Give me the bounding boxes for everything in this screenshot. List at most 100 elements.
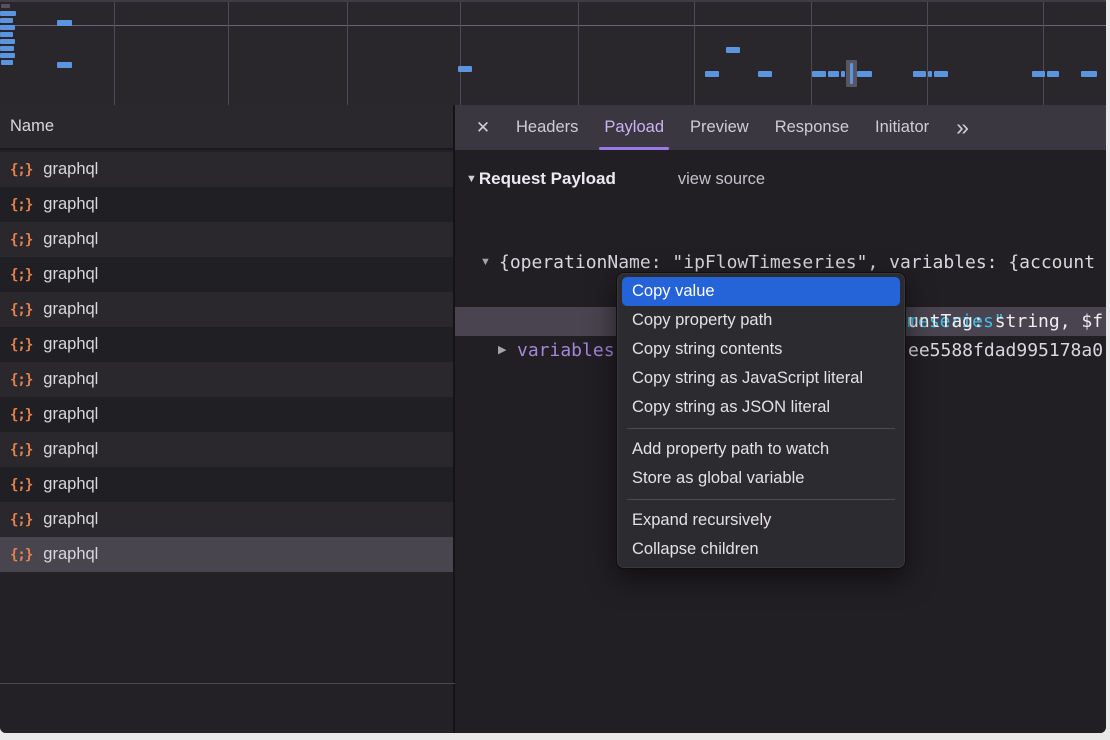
overview-gridline: [694, 2, 695, 107]
name-column-header[interactable]: Name: [0, 105, 453, 150]
property-value-right-fragment: ee5588fdad995178a0: [908, 336, 1103, 365]
json-braces-icon: {;}: [10, 372, 32, 388]
request-row[interactable]: {;}graphql: [0, 222, 453, 257]
menu-item-copy-value[interactable]: Copy value: [622, 277, 900, 306]
collapse-triangle-icon[interactable]: ▼: [466, 173, 477, 185]
view-source-link[interactable]: view source: [678, 170, 765, 189]
more-tabs-icon[interactable]: »: [948, 116, 977, 139]
network-overview-timeline[interactable]: [0, 0, 1106, 105]
request-row[interactable]: {;} graphql: [0, 187, 453, 222]
waterfall-bar: [1, 4, 10, 8]
request-list: {;} graphql {;} graphql {;} graphql {;} graphql…: [0, 152, 453, 572]
property-key: variables: [517, 336, 615, 365]
context-menu: Copy valueCopy property pathCopy string …: [616, 272, 906, 569]
overview-gridline: [578, 2, 579, 107]
tab-response[interactable]: Response: [762, 105, 862, 150]
tab-preview[interactable]: Preview: [677, 105, 762, 150]
request-name-label: graphql: [43, 300, 98, 319]
waterfall-bar: [934, 71, 948, 77]
request-payload-section: ▼ Request Payload view source: [455, 164, 765, 194]
menu-item-copy-string-as-json-literal[interactable]: Copy string as JSON literal: [622, 393, 900, 422]
name-column-label: Name: [10, 117, 54, 136]
page-background-edge: [0, 733, 1110, 740]
menu-item-expand-recursively[interactable]: Expand recursively: [622, 506, 900, 535]
request-name-label: graphql: [43, 545, 98, 564]
json-braces-icon: {;}: [10, 302, 32, 318]
waterfall-bar: [850, 63, 853, 84]
waterfall-bar: [458, 66, 472, 72]
close-icon[interactable]: ✕: [471, 116, 495, 140]
menu-separator: [627, 428, 895, 429]
json-braces-icon: {;}: [10, 197, 32, 213]
menu-item-copy-string-as-javascript-literal[interactable]: Copy string as JavaScript literal: [622, 364, 900, 393]
json-braces-icon: {;}: [10, 442, 32, 458]
waterfall-bar: [726, 47, 740, 53]
waterfall-bar: [828, 71, 839, 77]
request-row[interactable]: {;} graphql: [0, 502, 453, 537]
section-title: Request Payload: [479, 169, 616, 189]
collapsed-triangle-icon[interactable]: ▶: [498, 336, 506, 365]
request-row[interactable]: {;} graphql: [0, 152, 453, 187]
tab-initiator[interactable]: Initiator: [862, 105, 942, 150]
waterfall-bar: [0, 39, 15, 44]
overview-gridline: [1043, 2, 1044, 107]
request-name-label: graphql: [43, 440, 98, 459]
waterfall-bar: [812, 71, 826, 77]
overview-gridline: [811, 2, 812, 107]
waterfall-bar: [57, 20, 72, 26]
request-row[interactable]: {;} graphql: [0, 397, 453, 432]
page-background-edge: [1106, 0, 1110, 740]
waterfall-bar: [0, 46, 14, 51]
menu-item-store-as-global-variable[interactable]: Store as global variable: [622, 464, 900, 493]
request-row[interactable]: {;} graphql: [0, 467, 453, 502]
property-value-right-fragment: untTag: string, $f: [908, 307, 1103, 336]
tabs: HeadersPayloadPreviewResponseInitiator: [503, 105, 942, 150]
tab-payload[interactable]: Payload: [591, 105, 677, 150]
devtools-screenshot: Name {;}graphql{;}graphql{;}graphql{;}gr…: [0, 0, 1110, 740]
waterfall-bar: [0, 18, 13, 23]
request-row[interactable]: {;} graphql: [0, 362, 453, 397]
menu-item-collapse-children[interactable]: Collapse children: [622, 535, 900, 564]
request-name-label: graphql: [43, 510, 98, 529]
request-name-label: graphql: [43, 195, 98, 214]
menu-item-copy-string-contents[interactable]: Copy string contents: [622, 335, 900, 364]
overview-gridline: [114, 2, 115, 107]
request-row[interactable]: {;} graphql: [0, 257, 453, 292]
detail-tabbar: ✕ HeadersPayloadPreviewResponseInitiator…: [455, 105, 1106, 150]
json-braces-icon: {;}: [10, 512, 32, 528]
expanded-triangle-icon[interactable]: ▼: [480, 248, 491, 277]
request-name-label: graphql: [43, 370, 98, 389]
waterfall-bar: [0, 32, 13, 37]
waterfall-bar: [1047, 71, 1059, 77]
waterfall-bar: [841, 71, 845, 77]
json-braces-icon: {;}: [10, 267, 32, 283]
request-row[interactable]: {;} graphql: [0, 537, 453, 572]
json-braces-icon: {;}: [10, 477, 32, 493]
json-braces-icon: {;}: [10, 407, 32, 423]
json-braces-icon: {;}: [10, 162, 32, 178]
request-row[interactable]: {;} graphql: [0, 292, 453, 327]
menu-item-add-property-path-to-watch[interactable]: Add property path to watch: [622, 435, 900, 464]
request-name-label: graphql: [43, 265, 98, 284]
json-braces-icon: {;}: [10, 547, 32, 563]
tab-headers[interactable]: Headers: [503, 105, 591, 150]
request-row[interactable]: {;} graphql: [0, 432, 453, 467]
waterfall-bar: [928, 71, 932, 77]
menu-item-copy-property-path[interactable]: Copy property path: [622, 306, 900, 335]
request-name-label: graphql: [43, 475, 98, 494]
json-braces-icon: {;}: [10, 232, 32, 248]
request-name-label: graphql: [43, 160, 98, 179]
overview-horizontal-gridline: [0, 25, 1106, 26]
json-braces-icon: {;}: [10, 337, 32, 353]
waterfall-bar: [57, 62, 72, 68]
request-name-label: graphql: [43, 405, 98, 424]
overview-gridline: [460, 2, 461, 107]
waterfall-bar: [1, 60, 13, 65]
requests-panel: Name {;}graphql{;}graphql{;}graphql{;}gr…: [0, 105, 453, 733]
devtools-window: Name {;}graphql{;}graphql{;}graphql{;}gr…: [0, 0, 1106, 733]
waterfall-bar: [0, 25, 15, 30]
menu-separator: [627, 499, 895, 500]
waterfall-bar: [0, 53, 15, 58]
waterfall-bar: [857, 71, 872, 77]
request-row[interactable]: {;}graphql: [0, 327, 453, 362]
